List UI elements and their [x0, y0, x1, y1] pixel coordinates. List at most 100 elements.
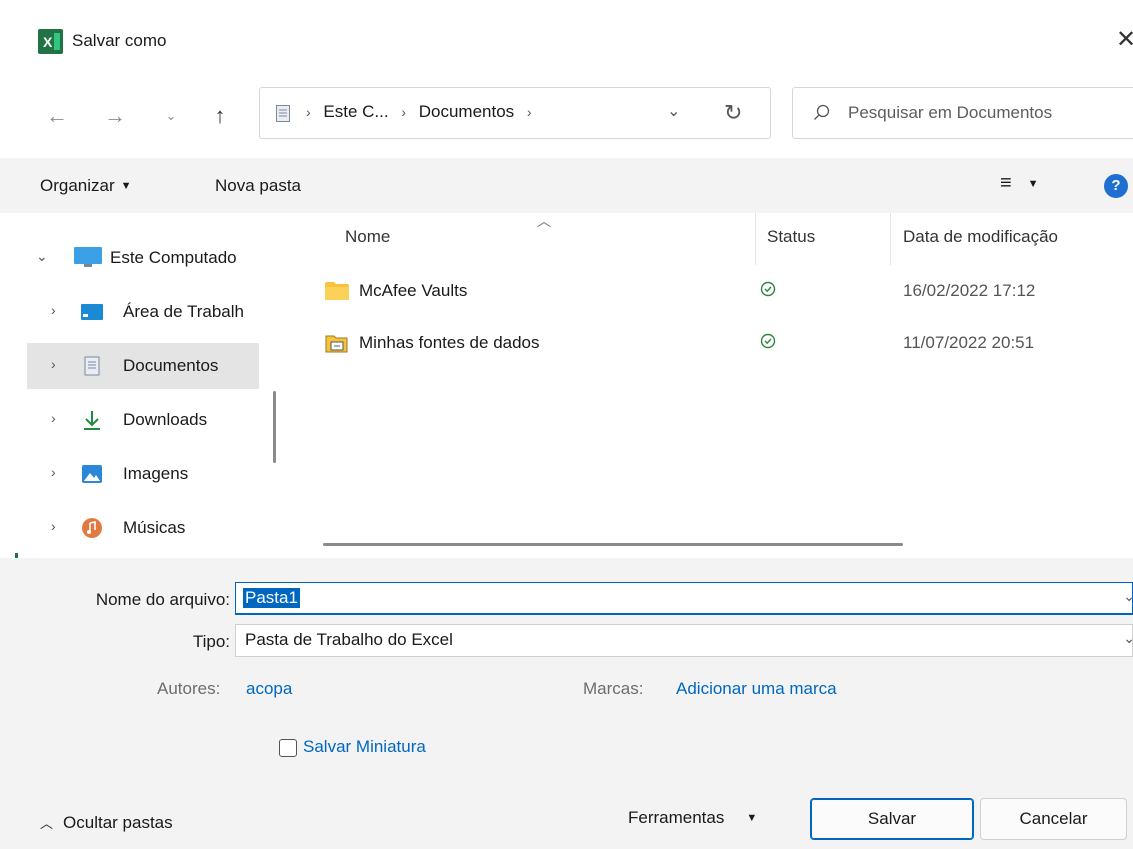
column-divider[interactable]: [890, 213, 891, 265]
horizontal-scrollbar[interactable]: [323, 543, 903, 546]
column-header-date[interactable]: Data de modificação: [903, 227, 1058, 247]
sync-status-icon: [760, 333, 776, 349]
help-icon: ?: [1111, 177, 1121, 194]
breadcrumb-separator-icon[interactable]: ›: [527, 104, 532, 120]
command-bar: Organizar ▼ Nova pasta ≡ ▼ ?: [0, 158, 1133, 213]
sidebar-item-music[interactable]: › Músicas: [27, 505, 259, 551]
recent-locations-button[interactable]: ⌄: [160, 101, 182, 131]
desktop-icon: [81, 304, 103, 320]
sidebar-scrollbar[interactable]: [273, 391, 276, 463]
column-header-status[interactable]: Status: [767, 227, 815, 247]
file-row[interactable]: McAfee Vaults 16/02/2022 17:12: [322, 273, 1133, 313]
tools-menu-button[interactable]: Ferramentas ▼: [628, 808, 757, 828]
filename-label: Nome do arquivo:: [95, 590, 230, 609]
save-button[interactable]: Salvar: [810, 798, 974, 840]
refresh-icon: ↻: [724, 100, 743, 125]
hide-folders-button[interactable]: ︿ Ocultar pastas: [40, 813, 173, 833]
arrow-up-icon: ↑: [214, 103, 226, 128]
tools-label: Ferramentas: [628, 808, 725, 827]
sidebar-item-this-pc[interactable]: ⌄ Este Computado: [27, 235, 259, 281]
refresh-button[interactable]: ↻: [724, 100, 742, 126]
arrow-left-icon: ←: [46, 103, 68, 128]
sidebar-item-label: Imagens: [123, 464, 189, 483]
breadcrumb-separator-icon: ›: [306, 104, 311, 120]
folder-icon: [325, 282, 349, 300]
computer-icon: [74, 247, 102, 267]
sidebar-item-label: Este Computado: [110, 248, 237, 267]
hide-folders-label: Ocultar pastas: [63, 813, 173, 832]
documents-icon: [84, 356, 100, 376]
file-row[interactable]: Minhas fontes de dados 11/07/2022 20:51: [322, 325, 1133, 365]
chevron-down-icon: ⌄: [667, 103, 681, 120]
navigation-pane: ⌄ Este Computado › Área de Trabalh › Doc…: [0, 213, 292, 558]
chevron-down-icon[interactable]: ⌄: [36, 248, 48, 265]
sidebar-item-pictures[interactable]: › Imagens: [27, 451, 259, 497]
add-tag-link[interactable]: Adicionar uma marca: [676, 679, 837, 699]
type-value: Pasta de Trabalho do Excel: [245, 630, 453, 649]
sidebar-item-downloads[interactable]: › Downloads: [27, 397, 259, 443]
organize-menu-button[interactable]: Organizar ▼: [40, 176, 132, 196]
caret-down-icon: ▼: [120, 180, 132, 192]
music-icon: [82, 518, 102, 538]
chevron-right-icon[interactable]: ›: [51, 302, 56, 318]
save-thumbnail-checkbox[interactable]: [279, 739, 297, 757]
breadcrumb-item-documents[interactable]: Documentos: [419, 102, 514, 121]
chevron-up-icon: ︿: [40, 816, 54, 831]
svg-text:X: X: [43, 34, 53, 50]
list-view-icon: ≡: [1000, 172, 1012, 194]
file-date: 11/07/2022 20:51: [903, 333, 1035, 352]
type-label: Tipo:: [192, 632, 230, 651]
datasource-folder-icon: [325, 335, 348, 353]
downloads-icon: [84, 411, 100, 430]
chevron-down-icon[interactable]: ⌄: [1123, 588, 1133, 605]
file-name: Minhas fontes de dados: [359, 333, 540, 352]
authors-label: Autores:: [157, 679, 221, 698]
address-bar[interactable]: › Este C... › Documentos › ⌄ ↻: [259, 87, 771, 139]
filename-value: Pasta1: [243, 588, 300, 608]
up-button[interactable]: ↑: [205, 101, 235, 131]
type-select[interactable]: Pasta de Trabalho do Excel ⌄: [235, 624, 1133, 657]
chevron-right-icon[interactable]: ›: [51, 410, 56, 426]
sidebar-item-label: Músicas: [123, 518, 186, 537]
save-thumbnail-label[interactable]: Salvar Miniatura: [303, 737, 426, 757]
search-input[interactable]: Pesquisar em Documentos: [792, 87, 1133, 139]
excel-icon: X: [38, 29, 63, 54]
new-folder-button[interactable]: Nova pasta: [215, 176, 301, 196]
caret-down-icon: ▼: [1027, 178, 1039, 190]
arrow-right-icon: →: [104, 103, 126, 128]
title-bar: X Salvar como ✕: [0, 0, 1133, 70]
chevron-right-icon[interactable]: ›: [51, 356, 56, 372]
breadcrumb-item-computer[interactable]: Este C...: [323, 102, 388, 121]
dialog-footer: ︿ Ocultar pastas Ferramentas ▼ Salvar Canc…: [0, 770, 1133, 849]
back-button[interactable]: ←: [42, 101, 72, 131]
column-divider[interactable]: [755, 213, 756, 265]
file-name: McAfee Vaults: [359, 281, 468, 300]
documents-icon: [276, 105, 290, 122]
close-icon: ✕: [1116, 26, 1133, 53]
authors-link[interactable]: acopa: [246, 679, 292, 699]
sidebar-item-desktop[interactable]: › Área de Trabalh: [27, 289, 259, 335]
help-button[interactable]: ?: [1104, 174, 1128, 198]
chevron-down-icon: ⌄: [165, 108, 177, 123]
tags-label: Marcas:: [583, 679, 644, 698]
cancel-button[interactable]: Cancelar: [980, 798, 1127, 840]
sort-ascending-icon: ︿: [537, 213, 551, 229]
filename-field[interactable]: Pasta1 ⌄: [235, 582, 1133, 615]
address-history-button[interactable]: ⌄: [667, 101, 680, 121]
sidebar-item-label: Área de Trabalh: [123, 302, 244, 321]
sidebar-item-documents[interactable]: › Documentos: [27, 343, 259, 389]
breadcrumb-separator-icon[interactable]: ›: [401, 104, 406, 120]
forward-button[interactable]: →: [100, 101, 130, 131]
column-header-name[interactable]: Nome: [345, 227, 390, 247]
search-icon: [814, 104, 830, 120]
organize-label: Organizar: [40, 176, 115, 195]
navigation-bar: ← → ⌄ ↑ › Este C... › Documentos › ⌄ ↻ P…: [0, 70, 1133, 158]
chevron-right-icon[interactable]: ›: [51, 518, 56, 534]
window-title: Salvar como: [72, 31, 167, 50]
file-date: 16/02/2022 17:12: [903, 281, 1036, 300]
view-options-button[interactable]: ≡ ▼: [1000, 172, 1039, 195]
close-button[interactable]: ✕: [1116, 26, 1133, 54]
chevron-down-icon[interactable]: ⌄: [1123, 630, 1133, 647]
chevron-right-icon[interactable]: ›: [51, 464, 56, 480]
sidebar-item-label: Downloads: [123, 410, 208, 429]
